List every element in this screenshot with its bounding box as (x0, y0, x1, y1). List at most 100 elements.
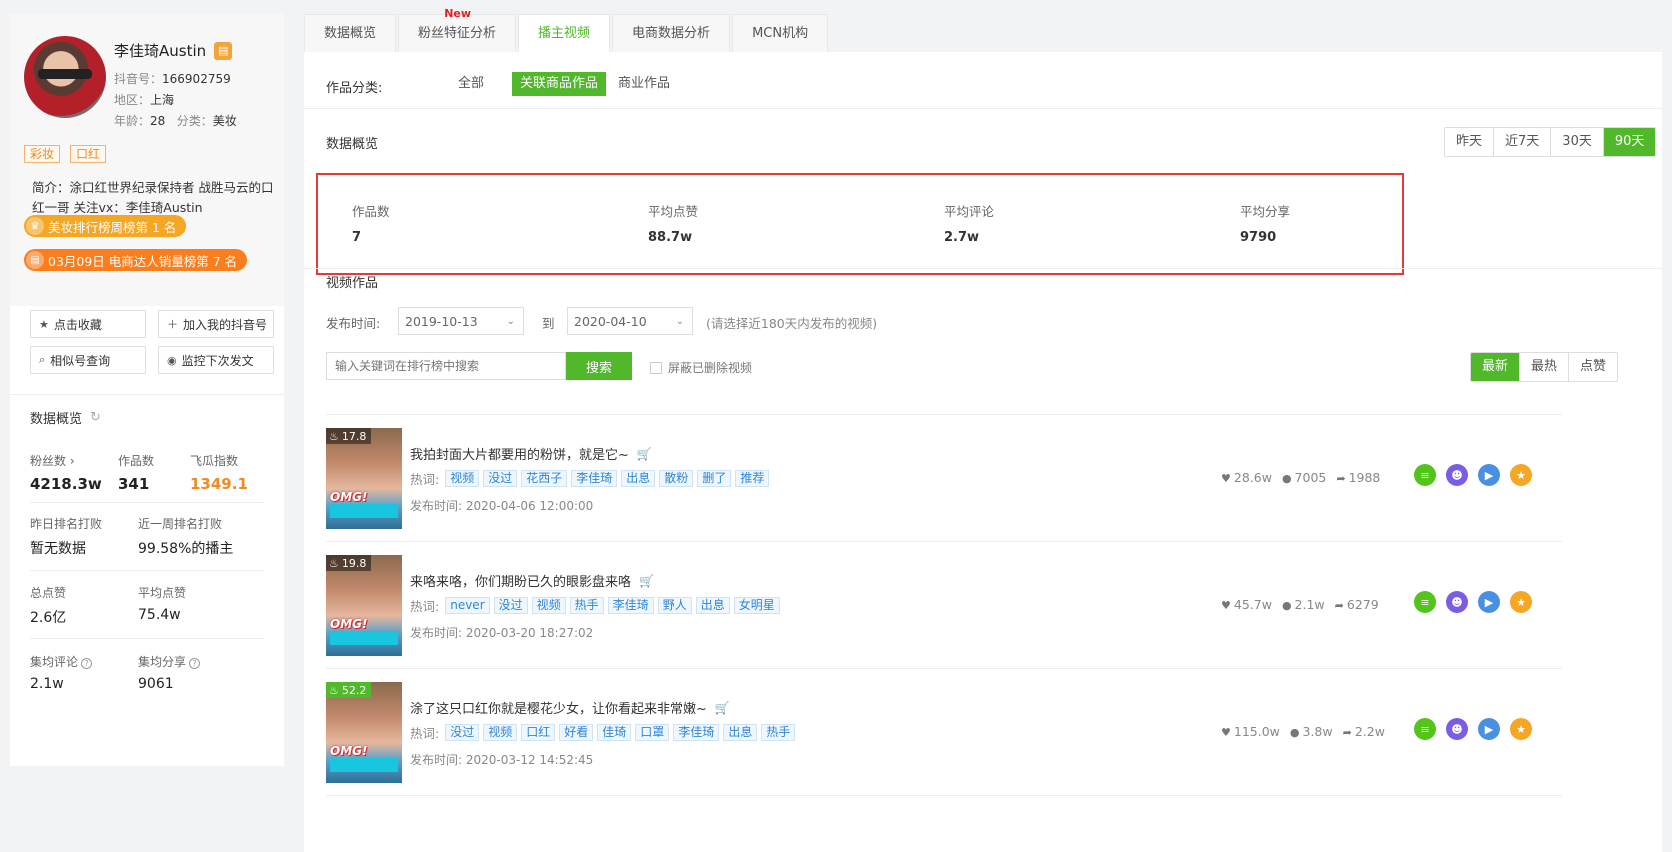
favorite-star-icon[interactable]: ★ (1510, 591, 1532, 613)
video-thumbnail[interactable]: ♨ 17.8 OMG! (326, 428, 402, 529)
range-90d[interactable]: 90天 (1603, 128, 1656, 156)
keyword-tag[interactable]: 视频 (531, 597, 566, 614)
audience-icon[interactable]: ☻ (1446, 591, 1468, 613)
help-icon[interactable]: ? (81, 658, 93, 669)
keyword-tag[interactable]: 热手 (761, 724, 796, 741)
keyword-tag[interactable]: 推荐 (735, 470, 770, 487)
monitor-button[interactable]: ◉ 监控下次发文 (158, 346, 274, 374)
tab-mcn[interactable]: MCN机构 (732, 14, 829, 52)
keyword-tag[interactable]: 出息 (723, 724, 758, 741)
tab-overview[interactable]: 数据概览 (304, 14, 397, 52)
main-tabs: 数据概览 New 粉丝特征分析 播主视频 电商数据分析 MCN机构 (304, 7, 830, 52)
date-from-picker[interactable]: 2019-10-13 ⌄ (398, 307, 524, 335)
detail-icon[interactable]: ≡ (1414, 591, 1436, 613)
play-icon[interactable]: ▶ (1478, 464, 1500, 486)
keyword-tag[interactable]: 视频 (483, 724, 518, 741)
play-icon[interactable]: ▶ (1478, 591, 1500, 613)
keyword-tag[interactable]: 口罩 (635, 724, 670, 741)
stat-index: 飞瓜指数 1349.1 (190, 454, 248, 493)
similar-search-button[interactable]: ⌕ 相似号查询 (30, 346, 146, 374)
audience-icon[interactable]: ☻ (1446, 718, 1468, 740)
play-icon[interactable]: ▶ (1478, 718, 1500, 740)
video-metrics: ♥ 28.6w ● 7005 ➦ 1988 (1221, 470, 1380, 485)
refresh-icon[interactable]: ↻ (90, 410, 101, 425)
video-row[interactable]: ♨ 19.8 OMG! 来咯来咯，你们期盼已久的眼影盘来咯 🛒 热词: never … (326, 555, 1562, 665)
range-30d[interactable]: 30天 (1551, 128, 1604, 156)
video-title[interactable]: 涂了这只口红你就是樱花少女，让你看起来非常嫩~ 🛒 (410, 698, 730, 718)
search-input[interactable] (326, 352, 566, 380)
cart-icon[interactable]: 🛒 (639, 574, 654, 588)
favorite-button[interactable]: ★ 点击收藏 (30, 310, 146, 338)
keyword-tag[interactable]: 女明星 (733, 597, 780, 614)
keyword-tag[interactable]: 出息 (621, 470, 656, 487)
overview-avg-shares: 平均分享 9790 (1240, 204, 1291, 245)
keyword-tag[interactable]: 没过 (493, 597, 528, 614)
keyword-tag[interactable]: 出息 (695, 597, 730, 614)
keyword-tag[interactable]: 李佳琦 (571, 470, 618, 487)
video-title[interactable]: 来咯来咯，你们期盼已久的眼影盘来咯 🛒 (410, 571, 654, 591)
video-row[interactable]: ♨ 52.2 OMG! 涂了这只口红你就是樱花少女，让你看起来非常嫩~ 🛒 热词: … (326, 682, 1562, 792)
stat-avg-likes: 平均点赞 75.4w (138, 586, 187, 623)
hot-words: 热词: 没过 视频 口红 好看 佳琦 口罩 李佳琦 出息 热手 (410, 723, 796, 742)
chevron-down-icon: ⌄ (675, 315, 684, 327)
score-badge: ♨ 52.2 (326, 682, 372, 698)
publish-time: 发布时间: 2020-04-06 12:00:00 (410, 499, 594, 513)
video-actions: ≡ ☻ ▶ ★ (1414, 718, 1532, 740)
cart-icon[interactable]: 🛒 (637, 447, 652, 461)
video-thumbnail[interactable]: ♨ 52.2 OMG! (326, 682, 402, 783)
keyword-tag[interactable]: 佳琦 (597, 724, 632, 741)
rank-badge-weekly[interactable]: ♛ 美妆排行榜周榜第 1 名 (24, 215, 187, 237)
chevron-down-icon: ⌄ (506, 315, 515, 327)
keyword-tag[interactable]: 口红 (521, 724, 556, 741)
category-commercial[interactable]: 商业作品 (610, 72, 678, 96)
hide-deleted-checkbox[interactable]: 屏蔽已删除视频 (650, 359, 752, 376)
tag: 彩妆 (24, 145, 61, 163)
keyword-tag[interactable]: 散粉 (659, 470, 694, 487)
range-yesterday[interactable]: 昨天 (1445, 128, 1495, 156)
shares-count: ➦ 1988 (1336, 470, 1381, 485)
favorite-star-icon[interactable]: ★ (1510, 464, 1532, 486)
tab-fans[interactable]: New 粉丝特征分析 (398, 7, 517, 52)
rank-badge-sales[interactable]: ▤ 03月09日 电商达人销量榜第 7 名 (24, 249, 248, 271)
detail-icon[interactable]: ≡ (1414, 464, 1436, 486)
date-to-picker[interactable]: 2020-04-10 ⌄ (567, 307, 693, 335)
keyword-tag[interactable]: 没过 (483, 470, 518, 487)
keyword-tag[interactable]: 好看 (559, 724, 594, 741)
keyword-tag[interactable]: 李佳琦 (673, 724, 720, 741)
favorite-star-icon[interactable]: ★ (1510, 718, 1532, 740)
videos-title: 视频作品 (326, 276, 379, 291)
video-row[interactable]: ♨ 17.8 OMG! 我拍封面大片都要用的粉饼，就是它~ 🛒 热词: 视频 没过 … (326, 428, 1562, 538)
avatar[interactable] (24, 36, 106, 118)
star-icon: ★ (39, 317, 49, 331)
cart-icon[interactable]: 🛒 (715, 701, 730, 715)
sort-hottest[interactable]: 最热 (1520, 353, 1570, 381)
keyword-tag[interactable]: 野人 (657, 597, 692, 614)
chevron-right-icon: › (69, 454, 75, 468)
keyword-tag[interactable]: 删了 (697, 470, 732, 487)
video-thumbnail[interactable]: ♨ 19.8 OMG! (326, 555, 402, 656)
audience-icon[interactable]: ☻ (1446, 464, 1468, 486)
range-7d[interactable]: 近7天 (1494, 128, 1552, 156)
flame-icon: ♨ (329, 429, 339, 443)
search-button[interactable]: 搜索 (566, 352, 632, 380)
store-badge-icon[interactable]: ▤ (214, 41, 233, 60)
detail-icon[interactable]: ≡ (1414, 718, 1436, 740)
sort-newest[interactable]: 最新 (1471, 353, 1521, 381)
help-icon[interactable]: ? (189, 658, 201, 669)
video-title[interactable]: 我拍封面大片都要用的粉饼，就是它~ 🛒 (410, 444, 652, 464)
likes-count: ♥ 28.6w (1221, 470, 1272, 485)
category-linked-products[interactable]: 关联商品作品 (512, 72, 607, 96)
category-all[interactable]: 全部 (450, 72, 492, 96)
keyword-tag[interactable]: 李佳琦 (607, 597, 654, 614)
overview-title: 数据概览 (326, 137, 379, 152)
tab-ecommerce[interactable]: 电商数据分析 (612, 14, 731, 52)
keyword-tag[interactable]: 热手 (569, 597, 604, 614)
add-mine-button[interactable]: ＋加入我的抖音号 (158, 310, 274, 338)
keyword-tag[interactable]: 没过 (445, 724, 480, 741)
keyword-tag[interactable]: 花西子 (521, 470, 568, 487)
tab-videos[interactable]: 播主视频 (518, 14, 611, 52)
keyword-tag[interactable]: 视频 (445, 470, 480, 487)
stat-fans[interactable]: 粉丝数 › 4218.3w (30, 452, 102, 493)
sort-likes[interactable]: 点赞 (1569, 353, 1618, 381)
keyword-tag[interactable]: never (445, 597, 490, 614)
